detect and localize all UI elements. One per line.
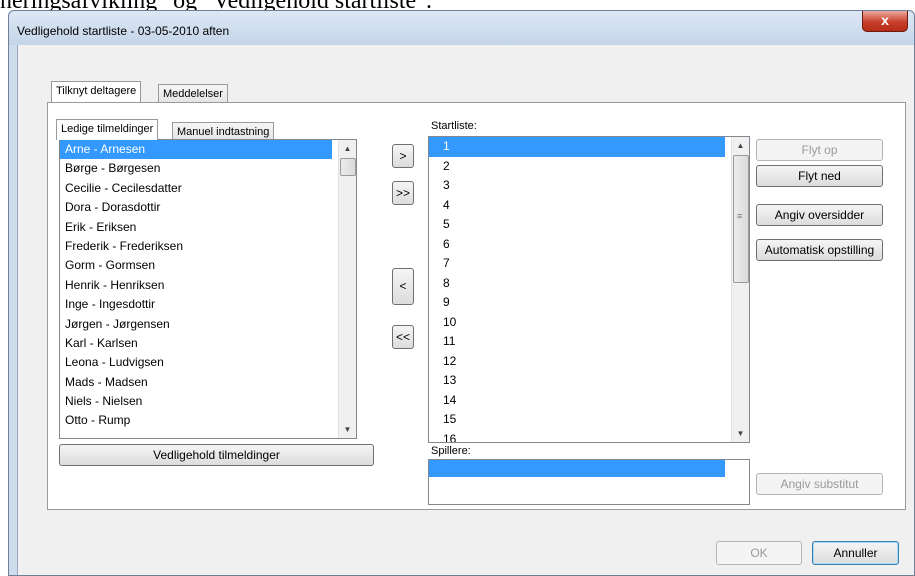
list-item[interactable]: Niels - Nielsen (60, 392, 332, 411)
list-item[interactable]: 14 (429, 391, 725, 411)
scroll-up-arrow-icon[interactable]: ▲ (339, 140, 356, 157)
tab-tilknyt-deltagere[interactable]: Tilknyt deltagere (51, 81, 142, 102)
list-item[interactable]: Otto - Rump (60, 411, 332, 430)
move-up-button[interactable]: Flyt op (756, 139, 883, 161)
startlist-list[interactable]: 1 2 3 4 5 6 7 8 9 10 11 12 13 14 15 16 ▲ ≡ ▼ (428, 136, 750, 443)
startlist-scrollbar[interactable]: ▲ ≡ ▼ (731, 137, 749, 442)
list-item[interactable]: 12 (429, 352, 725, 372)
list-item[interactable]: Leona - Ludvigsen (60, 353, 332, 372)
list-item[interactable]: Jørgen - Jørgensen (60, 315, 332, 334)
tab-meddelelser[interactable]: Meddelelser (158, 84, 228, 103)
list-item[interactable]: 3 (429, 176, 725, 196)
players-list[interactable] (428, 459, 750, 505)
list-item[interactable]: 6 (429, 235, 725, 255)
remove-all-button[interactable]: << (392, 325, 414, 349)
cancel-button[interactable]: Annuller (812, 541, 899, 565)
tab-ledige-tilmeldinger[interactable]: Ledige tilmeldinger (56, 119, 159, 140)
list-item[interactable]: Henrik - Henriksen (60, 276, 332, 295)
list-item[interactable]: Mads - Madsen (60, 373, 332, 392)
list-item[interactable]: Arne - Arnesen (60, 140, 332, 160)
list-item[interactable]: Frederik - Frederiksen (60, 237, 332, 256)
add-one-button[interactable]: > (392, 144, 414, 168)
available-registrations-list[interactable]: Arne - Arnesen Børge - Børgesen Cecilie - … (59, 139, 357, 439)
set-sit-out-button[interactable]: Angiv oversidder (756, 204, 883, 226)
scroll-grip-icon: ≡ (737, 211, 743, 221)
players-label: Spillere: (431, 445, 471, 457)
list-item[interactable]: Karl - Karlsen (60, 334, 332, 353)
list-item[interactable]: Dora - Dorasdottir (60, 198, 332, 217)
list-item[interactable]: 11 (429, 332, 725, 352)
tab-panel-tilknyt: Ledige tilmeldinger Manuel indtastning A… (47, 102, 906, 510)
list-item[interactable]: Gorm - Gormsen (60, 256, 332, 275)
list-item[interactable]: Cecilie - Cecilesdatter (60, 179, 332, 198)
set-substitute-button[interactable]: Angiv substitut (756, 473, 883, 495)
maintain-registrations-button[interactable]: Vedligehold tilmeldinger (59, 444, 374, 466)
ok-button[interactable]: OK (716, 541, 802, 565)
players-list-selected-row[interactable] (429, 460, 725, 477)
close-button[interactable]: x (862, 11, 908, 32)
list-item[interactable]: 15 (429, 410, 725, 430)
dialog-client-area: Tilknyt deltagere Meddelelser Ledige til… (17, 45, 914, 575)
window-title: Vedligehold startliste - 03-05-2010 afte… (17, 24, 230, 38)
dialog-window: Vedligehold startliste - 03-05-2010 afte… (8, 10, 915, 576)
list-item[interactable]: 13 (429, 371, 725, 391)
scroll-up-arrow-icon[interactable]: ▲ (732, 137, 749, 154)
list-item[interactable]: 5 (429, 215, 725, 235)
add-all-button[interactable]: >> (392, 181, 414, 205)
list-item[interactable]: Inge - Ingesdottir (60, 295, 332, 314)
available-list-scrollbar[interactable]: ▲ ▼ (338, 140, 356, 438)
list-item[interactable]: 7 (429, 254, 725, 274)
move-down-button[interactable]: Flyt ned (756, 165, 883, 187)
list-item[interactable]: 8 (429, 274, 725, 294)
scroll-down-arrow-icon[interactable]: ▼ (339, 421, 356, 438)
list-item[interactable]: 4 (429, 196, 725, 216)
list-item[interactable]: 9 (429, 293, 725, 313)
list-item[interactable]: Erik - Eriksen (60, 218, 332, 237)
scroll-thumb[interactable]: ≡ (733, 155, 749, 283)
remove-one-button[interactable]: < (392, 268, 414, 305)
auto-setup-button[interactable]: Automatisk opstilling (756, 239, 883, 261)
list-item[interactable]: 2 (429, 157, 725, 177)
scroll-thumb[interactable] (340, 158, 356, 176)
startlist-label: Startliste: (431, 120, 477, 132)
list-item[interactable]: 16 (429, 430, 725, 443)
list-item[interactable]: 1 (429, 137, 725, 157)
title-bar: Vedligehold startliste - 03-05-2010 afte… (9, 11, 914, 45)
list-item[interactable]: 10 (429, 313, 725, 333)
list-item[interactable]: Børge - Børgesen (60, 159, 332, 178)
scroll-down-arrow-icon[interactable]: ▼ (732, 425, 749, 442)
